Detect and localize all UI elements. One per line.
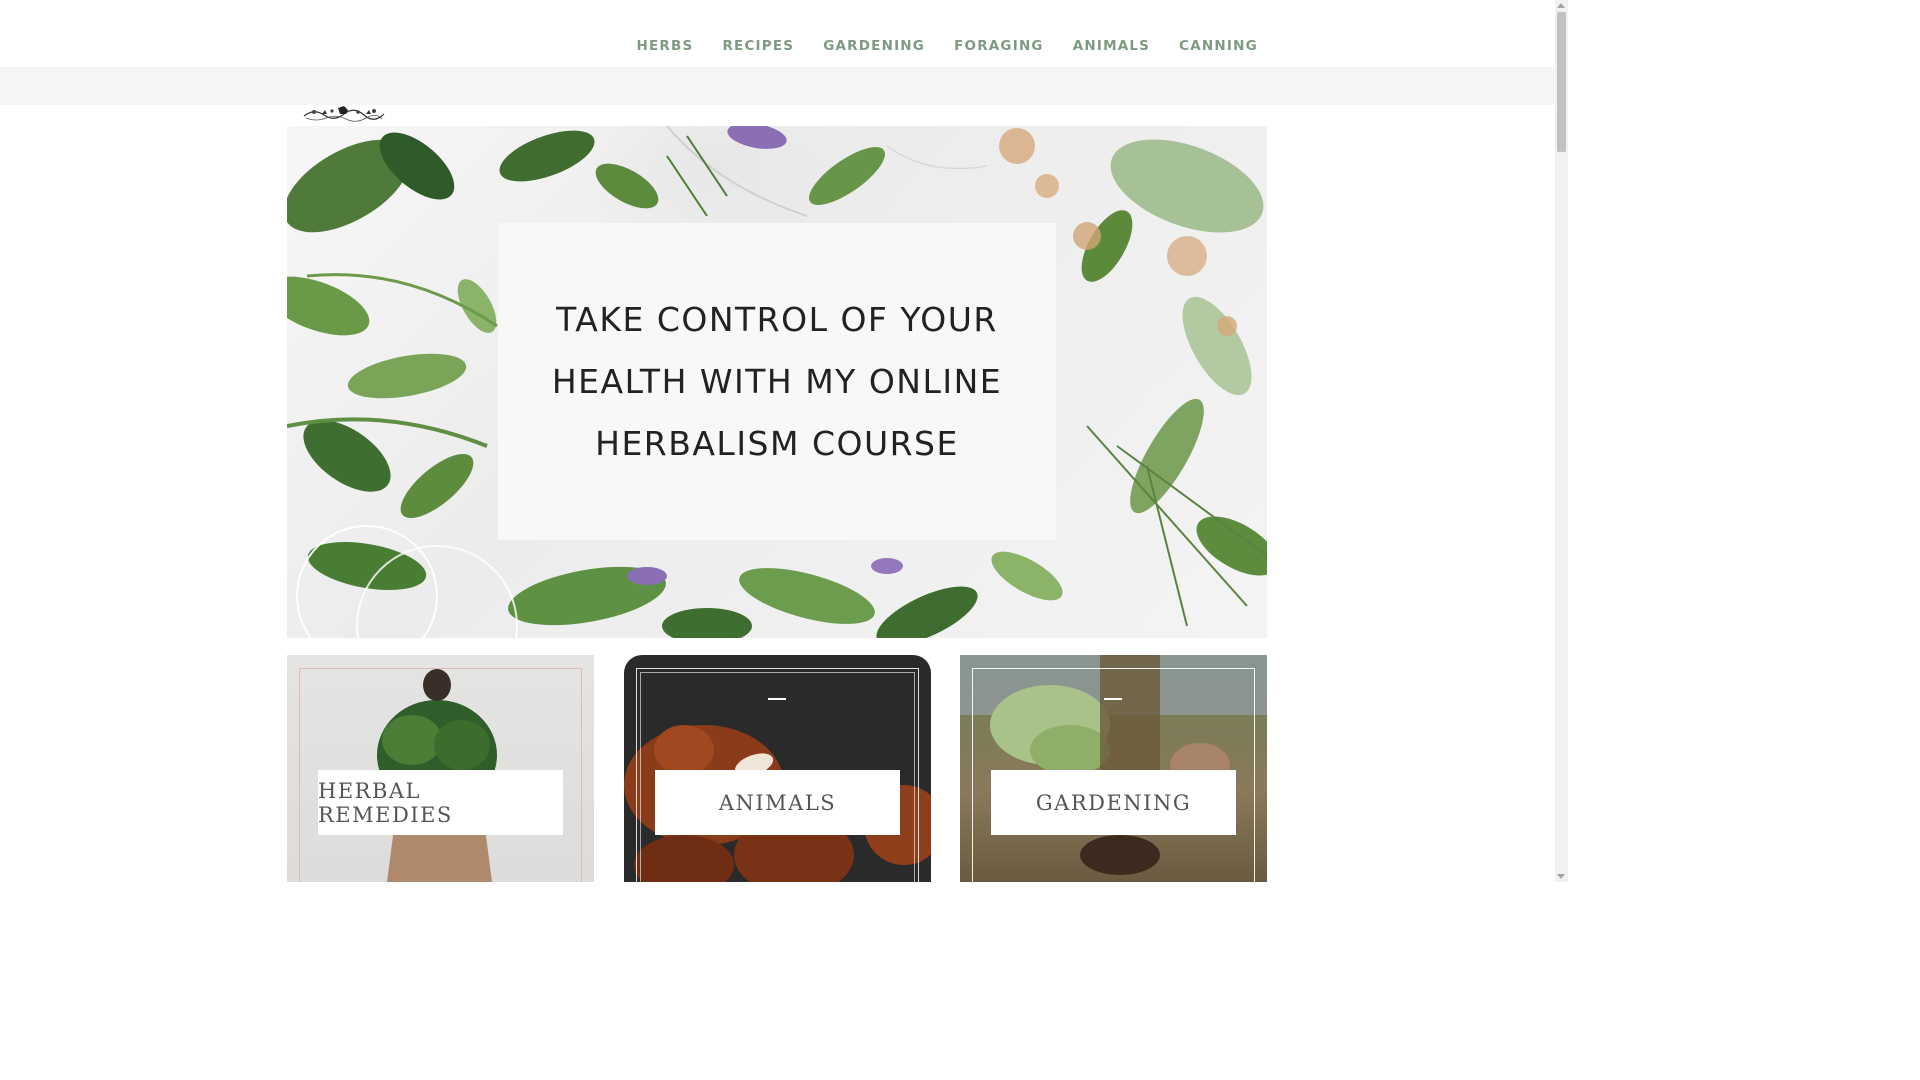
- nav-item-foraging[interactable]: FORAGING: [940, 37, 1059, 55]
- sub-header-bar: [0, 67, 1555, 105]
- nav-item-herbs[interactable]: HERBS: [622, 37, 708, 55]
- nav-item-canning[interactable]: CANNING: [1165, 37, 1273, 55]
- hero-title: TAKE CONTROL OF YOUR HEALTH WITH MY ONLI…: [551, 299, 1003, 463]
- card-dash: [1104, 698, 1122, 700]
- hero-banner[interactable]: TAKE CONTROL OF YOUR HEALTH WITH MY ONLI…: [287, 126, 1267, 638]
- main-menu: HERBS RECIPES GARDENING FORAGING ANIMALS…: [622, 37, 1272, 55]
- hero-text-card: TAKE CONTROL OF YOUR HEALTH WITH MY ONLI…: [498, 223, 1056, 540]
- top-nav: HERBS RECIPES GARDENING FORAGING ANIMALS…: [0, 0, 1555, 67]
- card-dash: [768, 698, 786, 700]
- category-card-gardening[interactable]: GARDENING: [960, 655, 1267, 882]
- category-card-herbal-remedies[interactable]: HERBAL REMEDIES: [287, 655, 594, 882]
- card-label-gardening[interactable]: GARDENING: [991, 770, 1236, 835]
- floral-logo-icon[interactable]: [302, 104, 386, 124]
- nav-item-animals[interactable]: ANIMALS: [1058, 37, 1164, 55]
- scroll-down-arrow-icon[interactable]: [1557, 874, 1565, 879]
- category-card-animals[interactable]: ANIMALS: [624, 655, 931, 882]
- page-scrollbar[interactable]: [1555, 0, 1568, 882]
- scroll-thumb[interactable]: [1557, 12, 1566, 152]
- card-label-animals[interactable]: ANIMALS: [655, 770, 900, 835]
- nav-item-recipes[interactable]: RECIPES: [708, 37, 809, 55]
- nav-item-gardening[interactable]: GARDENING: [809, 37, 940, 55]
- scroll-up-arrow-icon[interactable]: [1557, 3, 1565, 8]
- card-label-herbal-remedies[interactable]: HERBAL REMEDIES: [318, 770, 563, 835]
